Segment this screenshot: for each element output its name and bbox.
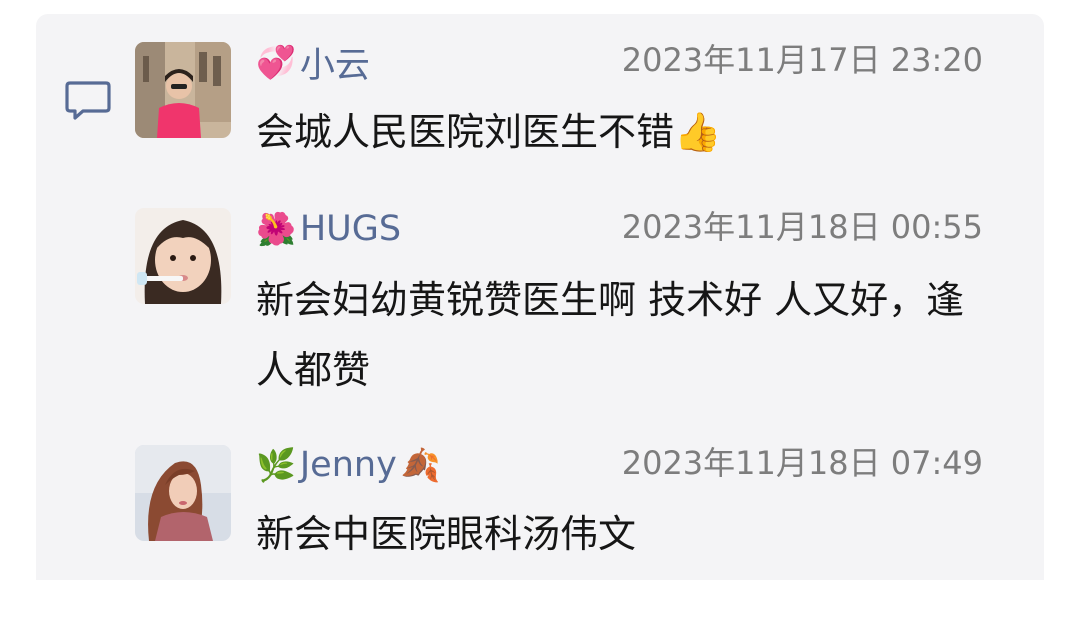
herb-emoji-icon: 🌿 [256, 446, 296, 484]
username-row: 🌺 HUGS [256, 207, 405, 251]
hibiscus-emoji-icon: 🌺 [256, 210, 296, 248]
username[interactable]: Jenny [300, 445, 397, 485]
fallen-leaf-emoji-icon: 🍂 [400, 446, 441, 484]
avatar[interactable] [135, 208, 231, 304]
timestamp: 2023年11月18日 00:55 [621, 208, 983, 246]
username[interactable]: 小云 [300, 37, 370, 88]
comment-text: 会城人民医院刘医生不错👍 [256, 110, 722, 154]
avatar[interactable] [135, 445, 231, 541]
username-row: 🌿 Jenny 🍂 [256, 443, 441, 487]
timestamp: 2023年11月17日 23:20 [621, 41, 983, 79]
avatar[interactable] [135, 42, 231, 138]
comment-bubble-icon [65, 81, 111, 120]
timestamp: 2023年11月18日 07:49 [621, 444, 983, 482]
heart-emoji-icon: 💞 [256, 43, 296, 81]
username[interactable]: HUGS [300, 209, 401, 249]
username-row: 💞 小云 [256, 40, 374, 86]
comment-text: 新会妇幼黄锐赞医生啊 技术好 人又好，逢人都赞 [256, 278, 965, 392]
comment-text: 新会中医院眼科汤伟文 [256, 512, 637, 556]
